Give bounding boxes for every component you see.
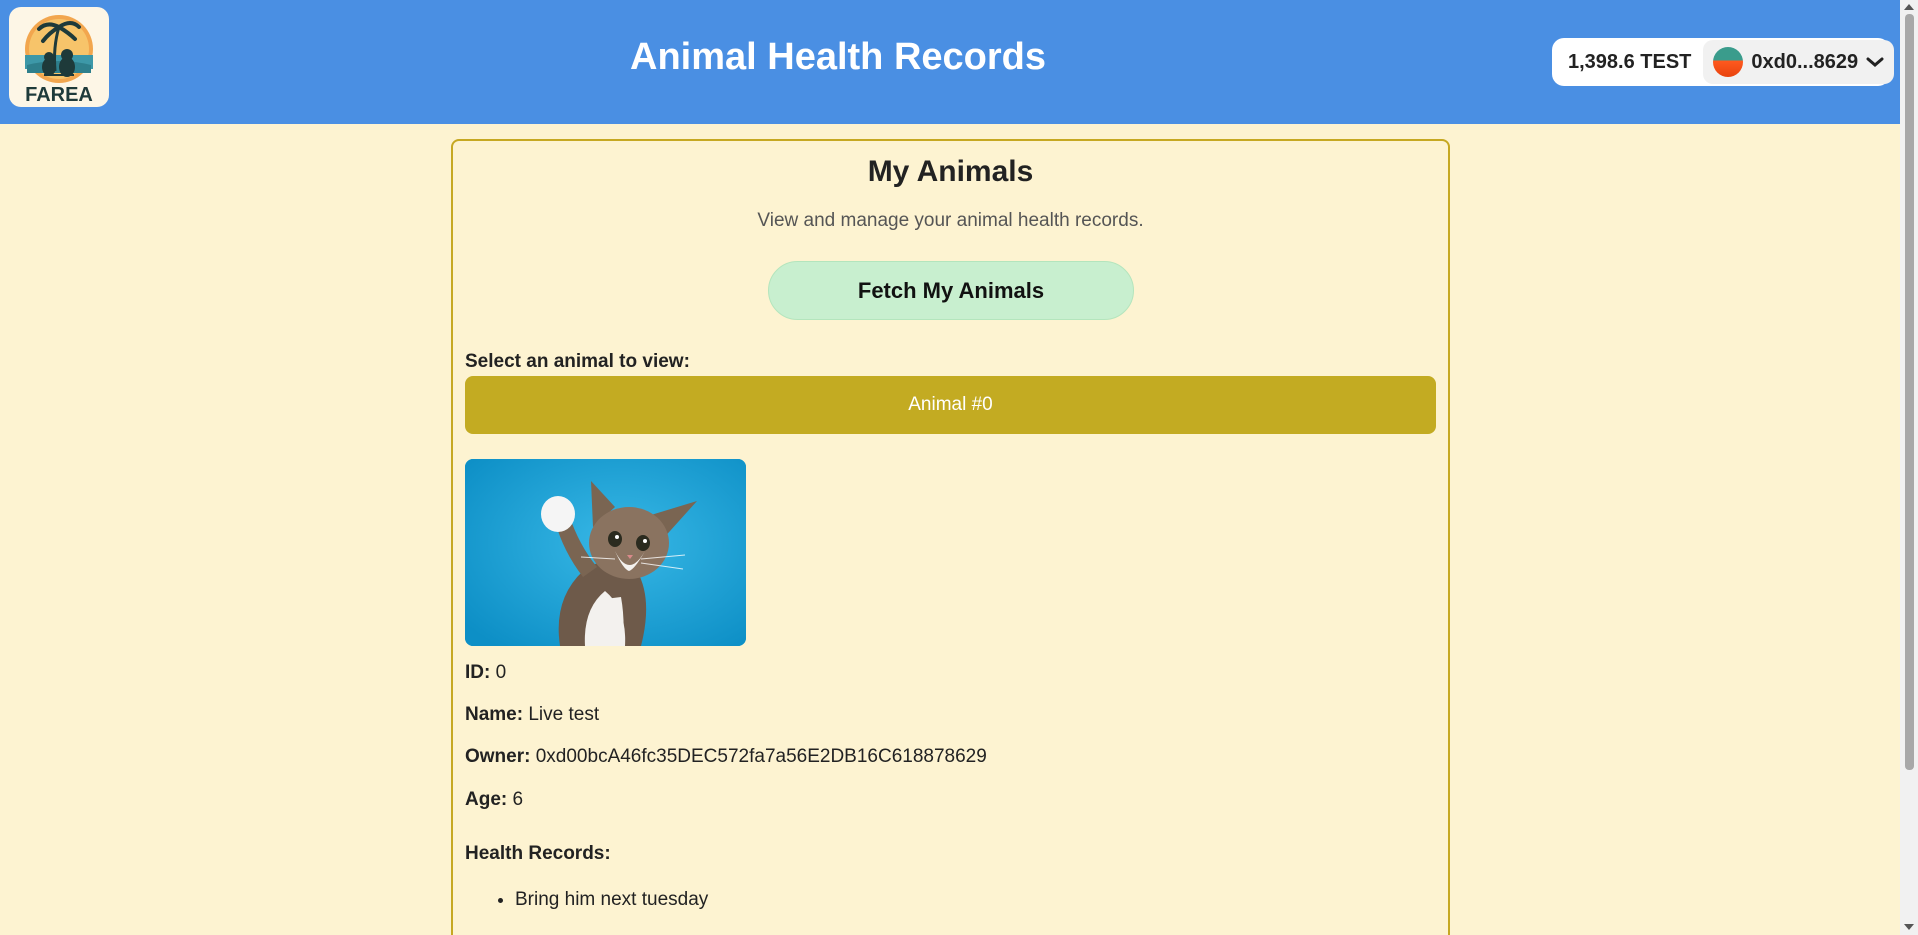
wallet-balance[interactable]: 1,398.6 TEST	[1552, 51, 1703, 74]
fetch-animals-button[interactable]: Fetch My Animals	[768, 261, 1134, 320]
account-button[interactable]: 0xd0...8629	[1703, 40, 1895, 84]
chevron-down-icon	[1866, 52, 1884, 73]
scroll-down-icon[interactable]	[1904, 924, 1914, 930]
animal-owner-value: 0xd00bcA46fc35DEC572fa7a56E2DB16C6188786…	[535, 746, 987, 767]
animal-age: Age: 6	[465, 789, 524, 810]
animal-photo	[465, 459, 746, 646]
health-records-list: Bring him next tuesday	[465, 889, 708, 911]
animal-select[interactable]: Animal #0	[465, 376, 1436, 434]
my-animals-card: My Animals View and manage your animal h…	[451, 139, 1450, 935]
scrollbar-thumb[interactable]	[1905, 14, 1914, 770]
farea-logo[interactable]: FAREA	[9, 7, 109, 107]
section-title: My Animals	[867, 155, 1034, 188]
header: FAREA Animal Health Records 1,398.6 TEST…	[0, 0, 1900, 124]
health-record-item: Bring him next tuesday	[515, 889, 708, 911]
account-address: 0xd0...8629	[1751, 50, 1859, 73]
animal-select-value: Animal #0	[908, 394, 993, 415]
logo-text: FAREA	[25, 84, 93, 106]
scroll-up-icon[interactable]	[1904, 4, 1914, 10]
animal-name-value: Live test	[528, 704, 600, 725]
animal-owner: Owner: 0xd00bcA46fc35DEC572fa7a56E2DB16C…	[465, 746, 987, 767]
palm-cat-logo-icon: FAREA	[25, 15, 93, 106]
page: FAREA Animal Health Records 1,398.6 TEST…	[0, 0, 1918, 935]
vertical-scrollbar[interactable]	[1900, 0, 1918, 935]
cat-photo-icon	[465, 459, 746, 646]
health-records-title: Health Records:	[465, 843, 611, 864]
wallet-widget[interactable]: 1,398.6 TEST 0xd0...8629	[1552, 38, 1895, 86]
animal-id-value: 0	[495, 662, 507, 683]
select-animal-label: Select an animal to view:	[465, 351, 690, 372]
animal-name: Name: Live test	[465, 704, 600, 725]
animal-age-value: 6	[512, 789, 524, 810]
page-title: Animal Health Records	[630, 36, 1046, 78]
animal-id: ID: 0	[465, 662, 507, 683]
section-subtitle: View and manage your animal health recor…	[757, 210, 1144, 231]
account-avatar-icon	[1713, 47, 1744, 77]
